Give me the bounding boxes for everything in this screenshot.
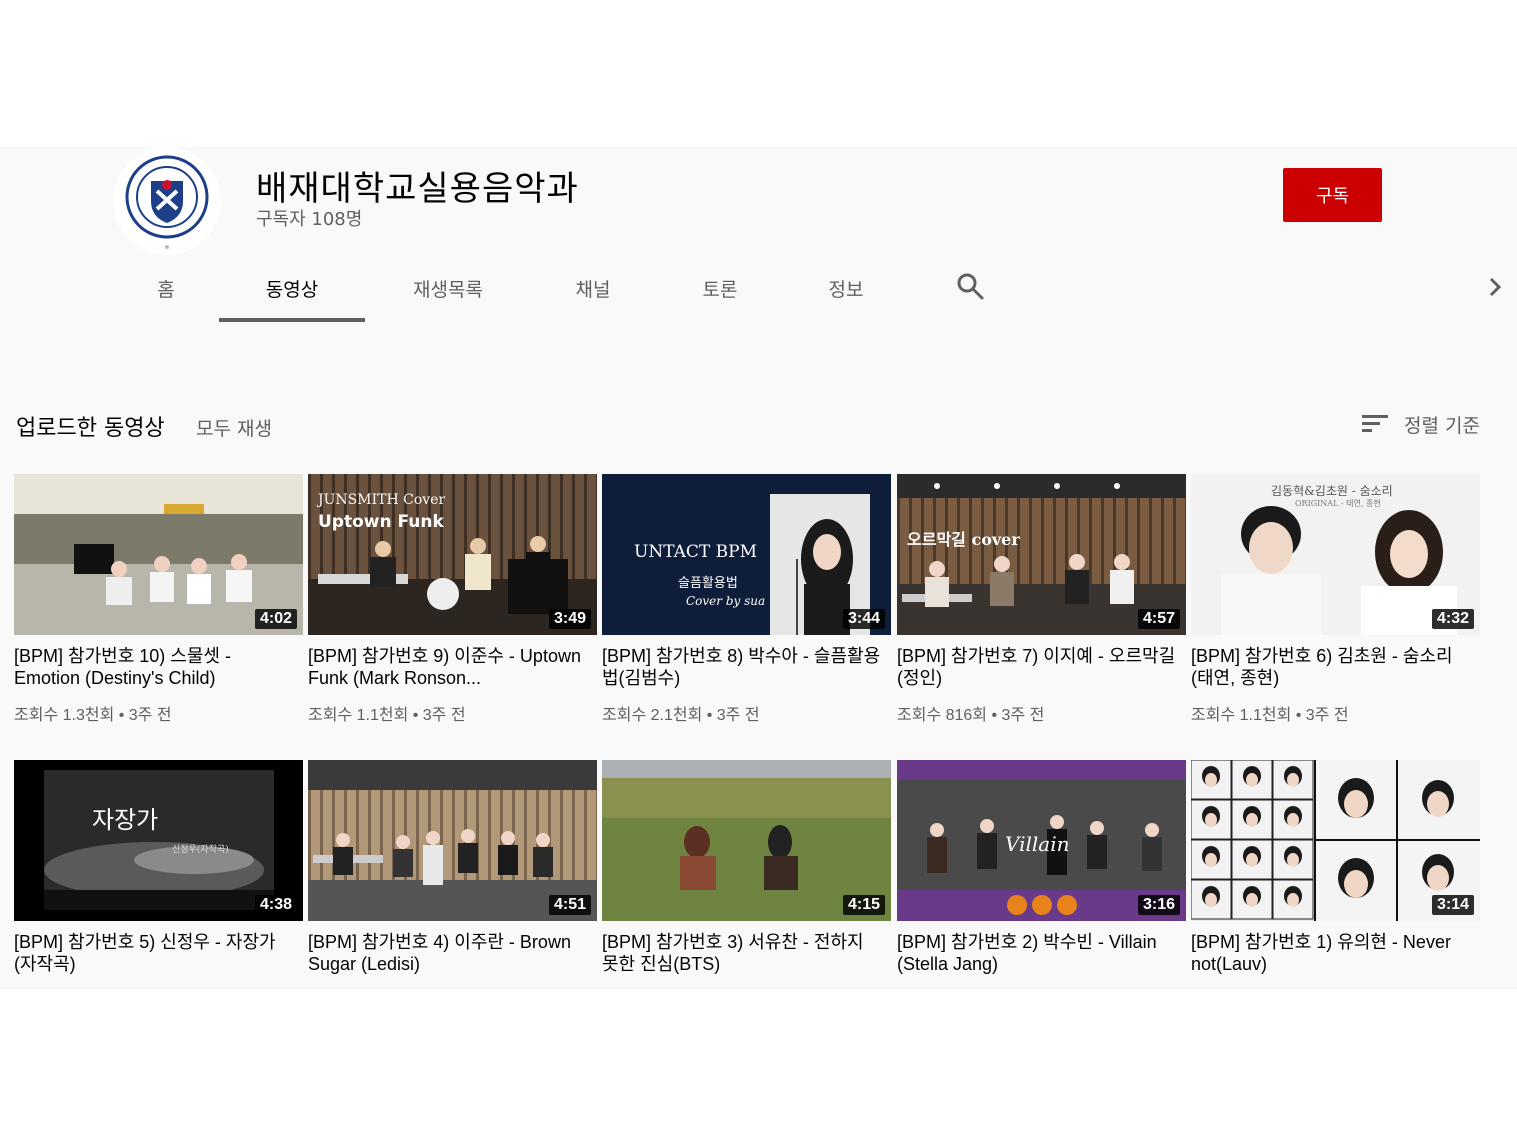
search-icon[interactable]: [955, 271, 985, 301]
video-thumbnail[interactable]: 4:15: [602, 760, 891, 921]
tab-home[interactable]: 홈: [145, 275, 187, 322]
video-card[interactable]: 4:51 [BPM] 참가번호 4) 이주란 - Brown Sugar (Le…: [308, 760, 597, 975]
thumbnail-caption: Uptown Funk: [318, 512, 444, 532]
video-duration: 3:49: [548, 609, 591, 629]
video-meta: 조회수 1.1천회 • 3주 전: [308, 707, 466, 724]
university-seal-icon: [113, 147, 221, 255]
subscribe-button[interactable]: 구독: [1283, 168, 1382, 222]
video-title[interactable]: [BPM] 참가번호 6) 김초원 - 숨소리 (태연, 종현): [1191, 645, 1471, 689]
video-duration: 4:02: [254, 609, 297, 629]
video-card[interactable]: UNTACT BPM 슬픔활용법 Cover by sua 3:44 [BPM]…: [602, 474, 891, 725]
video-title-text: [BPM] 참가번호 7) 이지예 - 오르막길 (정인): [897, 646, 1176, 688]
video-title-text: [BPM] 참가번호 2) 박수빈 - Villain (Stella Jang…: [897, 932, 1157, 974]
video-meta: 조회수 2.1천회 • 3주 전: [602, 707, 760, 724]
video-thumbnail[interactable]: 자장가 신정우(자작곡) 4:38: [14, 760, 303, 921]
video-duration: 4:38: [254, 895, 297, 915]
video-thumbnail[interactable]: Villain 3:16: [897, 760, 1186, 921]
video-meta: 조회수 816회 • 3주 전: [897, 707, 1045, 724]
video-title-text: [BPM] 참가번호 6) 김초원 - 숨소리 (태연, 종현): [1191, 646, 1453, 688]
thumbnail-caption: UNTACT BPM: [634, 542, 757, 562]
video-title[interactable]: [BPM] 참가번호 4) 이주란 - Brown Sugar (Ledisi): [308, 931, 588, 975]
tab-playlists[interactable]: 재생목록: [400, 275, 496, 322]
video-title-text: [BPM] 참가번호 9) 이준수 - Uptown Funk (Mark Ro…: [308, 646, 581, 688]
tab-label: 동영상: [265, 279, 319, 301]
tab-channels[interactable]: 채널: [565, 275, 621, 322]
video-thumbnail[interactable]: 4:51: [308, 760, 597, 921]
thumbnail-caption: 신정우(자작곡): [172, 845, 229, 855]
thumbnail-caption: Cover by sua: [686, 594, 766, 608]
tab-label: 재생목록: [413, 279, 483, 301]
tab-label: 홈: [157, 279, 175, 301]
video-title[interactable]: [BPM] 참가번호 5) 신정우 - 자장가 (자작곡): [14, 931, 294, 975]
video-meta: 조회수 1.3천회 • 3주 전: [14, 707, 172, 724]
video-card[interactable]: 김동혁&김초원 - 숨소리 ORIGINAL - 태연, 종현 4:32 [BP…: [1191, 474, 1480, 725]
video-title-text: [BPM] 참가번호 5) 신정우 - 자장가 (자작곡): [14, 932, 276, 974]
video-thumbnail[interactable]: 3:14: [1191, 760, 1480, 921]
video-duration: 4:57: [1137, 609, 1180, 629]
video-title-text: [BPM] 참가번호 10) 스물셋 - Emotion (Destiny's …: [14, 646, 231, 688]
video-title[interactable]: [BPM] 참가번호 10) 스물셋 - Emotion (Destiny's …: [14, 645, 294, 689]
video-duration: 3:14: [1431, 895, 1474, 915]
thumbnail-caption: 슬픔활용법: [678, 576, 738, 591]
video-duration: 3:44: [842, 609, 885, 629]
videos-content: 업로드한 동영상 모두 재생 정렬 기준 4:02 [BPM] 참가번호 10)…: [0, 322, 1517, 989]
video-title[interactable]: [BPM] 참가번호 1) 유의현 - Never not(Lauv): [1191, 931, 1471, 975]
tab-about[interactable]: 정보: [818, 275, 874, 322]
video-card[interactable]: Villain 3:16 [BPM] 참가번호 2) 박수빈 - Villain…: [897, 760, 1186, 975]
play-all-button[interactable]: 모두 재생: [196, 414, 272, 441]
video-title[interactable]: [BPM] 참가번호 2) 박수빈 - Villain (Stella Jang…: [897, 931, 1177, 975]
chevron-right-icon[interactable]: [1483, 273, 1507, 301]
tab-videos[interactable]: 동영상: [219, 275, 365, 322]
tab-label: 정보: [828, 279, 864, 301]
subscriber-count: 구독자 108명: [256, 209, 363, 230]
thumbnail-caption: Villain: [1005, 832, 1070, 856]
video-meta: 조회수 1.1천회 • 3주 전: [1191, 707, 1349, 724]
video-title-text: [BPM] 참가번호 8) 박수아 - 슬픔활용법(김범수): [602, 646, 881, 688]
video-thumbnail[interactable]: 오르막길 cover 4:57: [897, 474, 1186, 635]
tab-label: 채널: [575, 279, 611, 301]
video-duration: 4:51: [548, 895, 591, 915]
video-title-text: [BPM] 참가번호 1) 유의현 - Never not(Lauv): [1191, 932, 1451, 974]
video-duration: 4:32: [1431, 609, 1474, 629]
channel-header: 배재대학교실용음악과 구독자 108명 구독 홈 동영상 재생목록 채널 토론 …: [0, 147, 1517, 322]
video-card[interactable]: JUNSMITH Cover Uptown Funk 3:49 [BPM] 참가…: [308, 474, 597, 725]
video-title-text: [BPM] 참가번호 3) 서유찬 - 전하지 못한 진심(BTS): [602, 932, 864, 974]
tab-label: 토론: [702, 279, 738, 301]
channel-avatar[interactable]: [113, 147, 221, 255]
video-card[interactable]: 4:15 [BPM] 참가번호 3) 서유찬 - 전하지 못한 진심(BTS): [602, 760, 891, 975]
thumbnail-caption: 김동혁&김초원 - 숨소리: [1271, 484, 1393, 498]
page: 배재대학교실용음악과 구독자 108명 구독 홈 동영상 재생목록 채널 토론 …: [0, 0, 1517, 1128]
video-duration: 4:15: [842, 895, 885, 915]
video-thumbnail[interactable]: 김동혁&김초원 - 숨소리 ORIGINAL - 태연, 종현 4:32: [1191, 474, 1480, 635]
video-title[interactable]: [BPM] 참가번호 8) 박수아 - 슬픔활용법(김범수): [602, 645, 882, 689]
sort-label: 정렬 기준: [1404, 414, 1480, 437]
thumbnail-caption: 자장가: [92, 806, 159, 834]
video-title[interactable]: [BPM] 참가번호 7) 이지예 - 오르막길 (정인): [897, 645, 1177, 689]
video-duration: 3:16: [1137, 895, 1180, 915]
sort-button[interactable]: 정렬 기준: [1362, 410, 1480, 438]
video-card[interactable]: 자장가 신정우(자작곡) 4:38 [BPM] 참가번호 5) 신정우 - 자장…: [14, 760, 303, 975]
thumbnail-caption: JUNSMITH Cover: [318, 492, 446, 508]
video-thumbnail[interactable]: UNTACT BPM 슬픔활용법 Cover by sua 3:44: [602, 474, 891, 635]
thumbnail-caption: ORIGINAL - 태연, 종현: [1295, 499, 1381, 508]
video-card[interactable]: 3:14 [BPM] 참가번호 1) 유의현 - Never not(Lauv): [1191, 760, 1480, 975]
video-thumbnail[interactable]: 4:02: [14, 474, 303, 635]
section-title: 업로드한 동영상: [16, 416, 165, 441]
thumbnail-caption: 오르막길 cover: [907, 530, 1020, 549]
video-card[interactable]: 오르막길 cover 4:57 [BPM] 참가번호 7) 이지예 - 오르막길…: [897, 474, 1186, 725]
channel-title: 배재대학교실용음악과: [256, 169, 579, 209]
video-title[interactable]: [BPM] 참가번호 9) 이준수 - Uptown Funk (Mark Ro…: [308, 645, 588, 689]
channel-tabs: 홈 동영상 재생목록 채널 토론 정보: [0, 265, 1517, 322]
sort-icon: [1362, 415, 1388, 432]
video-title[interactable]: [BPM] 참가번호 3) 서유찬 - 전하지 못한 진심(BTS): [602, 931, 882, 975]
video-card[interactable]: 4:02 [BPM] 참가번호 10) 스물셋 - Emotion (Desti…: [14, 474, 303, 725]
video-title-text: [BPM] 참가번호 4) 이주란 - Brown Sugar (Ledisi): [308, 932, 571, 974]
video-thumbnail[interactable]: JUNSMITH Cover Uptown Funk 3:49: [308, 474, 597, 635]
tab-discussion[interactable]: 토론: [692, 275, 748, 322]
